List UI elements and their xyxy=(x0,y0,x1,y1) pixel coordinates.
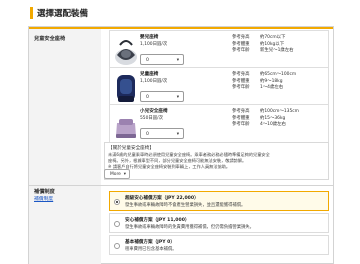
insurance-section-label: 補償制度 xyxy=(34,189,55,195)
spec-value: 約100cm～135cm xyxy=(260,109,299,114)
insurance-option-name: 基本補償方案（JPY 0） xyxy=(125,240,175,245)
more-label: More xyxy=(110,172,121,177)
insurance-option-super[interactable]: 超級安心補償方案（JPY 22,000） 發生事故或車輛故障時不會產生營業損失，… xyxy=(109,191,329,211)
insurance-info-link[interactable]: 補償制度 xyxy=(34,195,53,202)
spec-label: 參考身高 xyxy=(232,35,250,40)
insurance-option-standard[interactable]: 安心補償方案（JPY 11,000） 發生事故或車輛故障時的免責費用獲得補償，但… xyxy=(109,213,329,233)
chevron-down-icon: ▾ xyxy=(123,172,126,177)
infant-seat-icon xyxy=(115,40,137,65)
spec-value: 約10kg以下 xyxy=(260,41,285,47)
seat-name: 小兒安全座椅 xyxy=(140,109,168,114)
spec-value: 新生兒～1歲左右 xyxy=(260,48,294,53)
child-seat-note: 【關於兒童安全座椅】 未滿6歲的兒童乘車時必須使用兒童安全座椅。乘車者務必務必隨… xyxy=(104,142,329,180)
child-seat-section-label: 兒童安全座椅 xyxy=(34,36,66,42)
spec-value: 約65cm～100cm xyxy=(260,72,297,77)
page-title-bar: 選擇選配裝備 xyxy=(30,6,88,19)
child-seat-label-column xyxy=(29,29,101,185)
title-accent-mark xyxy=(30,6,33,19)
spec-value: 4～10歲左右 xyxy=(260,122,286,127)
select-value: 0 xyxy=(146,58,149,63)
seat-price: 1,100日圓/次 xyxy=(140,79,168,84)
seat-price: 1,100日圓/次 xyxy=(140,42,168,47)
spec-label: 參考年齡 xyxy=(232,48,250,53)
spec-label: 參考體重 xyxy=(232,41,250,47)
more-button[interactable]: More ▾ xyxy=(104,169,130,179)
spec-label: 參考體重 xyxy=(232,78,250,84)
insurance-option-basic[interactable]: 基本補償方案（JPY 0） 租車費用已包含基本補償。 xyxy=(109,235,329,255)
insurance-option-desc: 發生事故或車輛故障時的免責費用獲得補償，但仍需負擔營業損失。 xyxy=(125,225,254,230)
section-divider xyxy=(101,185,333,186)
note-title: 【關於兒童安全座椅】 xyxy=(108,146,154,151)
select-value: 0 xyxy=(146,132,149,137)
chevron-down-icon: ▾ xyxy=(176,95,179,100)
spec-label: 參考體重 xyxy=(232,115,250,121)
chevron-down-icon: ▾ xyxy=(176,132,179,137)
booster-seat-icon xyxy=(116,119,136,138)
spec-value: 約15～36kg xyxy=(260,115,286,121)
chevron-down-icon: ▾ xyxy=(176,58,179,63)
radio-selected-icon[interactable] xyxy=(114,199,120,205)
radio-unselected-icon[interactable] xyxy=(114,243,120,249)
select-value: 0 xyxy=(146,95,149,100)
spec-label: 參考身高 xyxy=(232,72,250,77)
spec-value: 約70cm以下 xyxy=(260,35,286,40)
insurance-option-name: 安心補償方案（JPY 11,000） xyxy=(125,218,190,223)
seat-price: 550日圓/次 xyxy=(140,116,164,121)
options-panel: 兒童安全座椅 嬰兒座椅 1,100日圓/次 0 ▾ 參考身高 約70cm以下 參… xyxy=(28,26,334,264)
seat-quantity-select[interactable]: 0 ▾ xyxy=(140,128,184,139)
child-seat-icon xyxy=(117,75,135,102)
insurance-option-desc: 租車費用已包含基本補償。 xyxy=(125,247,177,252)
radio-unselected-icon[interactable] xyxy=(114,221,120,227)
spec-label: 參考身高 xyxy=(232,109,250,114)
spec-label: 參考年齡 xyxy=(232,122,250,127)
page-title: 選擇選配裝備 xyxy=(37,8,89,19)
insurance-option-name: 超級安心補償方案（JPY 22,000） xyxy=(125,196,199,201)
spec-label: 參考年齡 xyxy=(232,85,250,90)
seat-quantity-select[interactable]: 0 ▾ xyxy=(140,91,184,102)
seat-quantity-select[interactable]: 0 ▾ xyxy=(140,54,184,65)
seat-name: 嬰兒座椅 xyxy=(140,35,159,40)
spec-value: 1～4歲左右 xyxy=(260,85,284,90)
spec-value: 約9～18kg xyxy=(260,78,283,84)
seat-name: 兒童座椅 xyxy=(140,72,159,77)
insurance-option-desc: 發生事故或車輛故障時不會產生營業損失，並且還能獲得補償。 xyxy=(125,203,246,208)
